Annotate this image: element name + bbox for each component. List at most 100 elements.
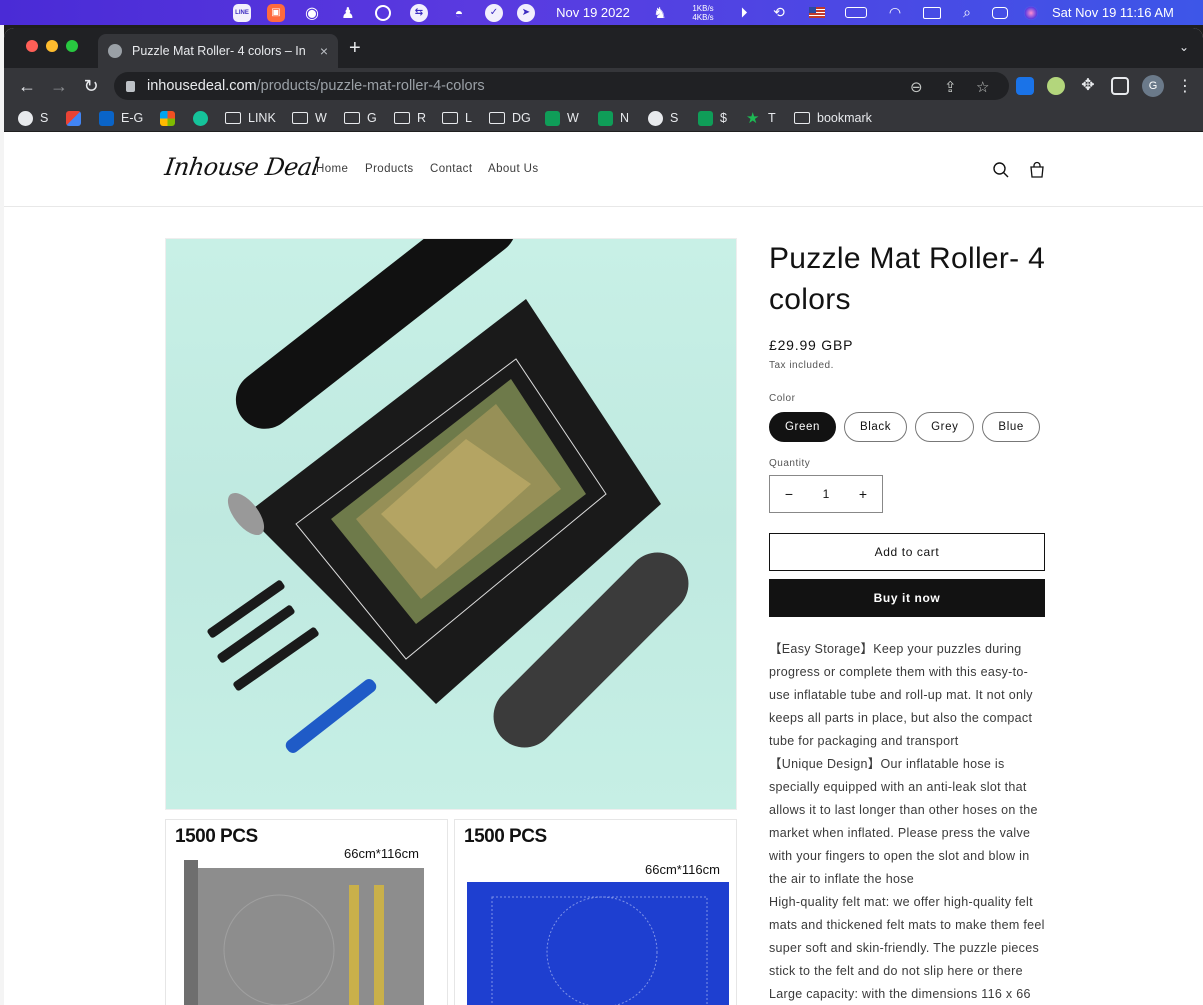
product-info: Puzzle Mat Roller- 4 colors £29.99 GBP T… xyxy=(769,238,1049,1005)
buy-now-button[interactable]: Buy it now xyxy=(769,579,1045,617)
address-bar[interactable]: inhousedeal.com/products/puzzle-mat-roll… xyxy=(114,72,1009,100)
bookmark-folder[interactable]: bookmark xyxy=(794,109,872,127)
product-thumbnail-blue[interactable]: 1500 PCS 66cm*116cm xyxy=(454,819,737,1005)
bookmark-item[interactable]: $ xyxy=(698,109,727,127)
forward-arrow-icon[interactable]: → xyxy=(48,75,70,97)
reload-icon[interactable]: ↻ xyxy=(80,75,102,97)
zoom-magnifier-icon[interactable]: ⊖ xyxy=(910,78,923,96)
checkmark-app-icon[interactable]: ✓ xyxy=(484,0,504,25)
menubar-clock[interactable]: Sat Nov 19 11:16 AM xyxy=(1052,0,1192,25)
bookmark-item[interactable]: ★ T xyxy=(746,109,776,127)
bookmark-item[interactable]: W xyxy=(545,109,579,127)
compass-icon[interactable]: ➤ xyxy=(516,0,536,25)
extension-circle-icon[interactable] xyxy=(1047,77,1065,95)
color-option-black[interactable]: Black xyxy=(843,412,908,442)
bookmark-item[interactable] xyxy=(160,109,182,127)
bookmark-item[interactable]: S xyxy=(648,109,678,127)
close-tab-icon[interactable]: × xyxy=(320,43,328,59)
gmail-icon xyxy=(66,110,81,126)
keyboard-icon[interactable] xyxy=(920,0,944,25)
line-app-icon[interactable]: LINE xyxy=(232,0,252,25)
site-header: Inhouse Deal Home Products Contact About… xyxy=(4,133,1203,207)
nav-contact[interactable]: Contact xyxy=(430,163,472,175)
script-icon[interactable] xyxy=(373,0,393,25)
time-machine-icon[interactable]: ⟲ xyxy=(769,0,789,25)
bookmark-item[interactable] xyxy=(66,109,88,127)
bookmark-folder[interactable]: L xyxy=(442,109,472,127)
straps xyxy=(207,580,319,691)
cat-app-icon[interactable]: ◓ xyxy=(449,0,469,25)
profile-avatar[interactable]: G xyxy=(1142,75,1164,97)
share-icon[interactable]: ⇪ xyxy=(944,78,957,96)
folder-icon xyxy=(489,112,505,124)
bookmark-folder[interactable]: DG xyxy=(489,109,531,127)
teamviewer-icon[interactable]: ⇆ xyxy=(409,0,429,25)
quantity-label: Quantity xyxy=(769,458,811,469)
folder-icon xyxy=(442,112,458,124)
description-paragraph: 【Easy Storage】Keep your puzzles during p… xyxy=(769,642,1033,748)
battery-icon[interactable] xyxy=(842,0,870,25)
air-pump xyxy=(285,679,377,753)
description-paragraph: Large capacity: with the dimensions 116 … xyxy=(769,987,1031,1001)
siri-icon[interactable] xyxy=(1022,0,1040,25)
tab-title: Puzzle Mat Roller- 4 colors – In xyxy=(132,44,306,58)
browser-menu-icon[interactable]: ⋮ xyxy=(1174,75,1196,97)
product-description: 【Easy Storage】Keep your puzzles during p… xyxy=(769,638,1049,1005)
product-main-image[interactable] xyxy=(165,238,737,810)
bookmark-folder[interactable]: W xyxy=(292,109,327,127)
tab-search-chevron-icon[interactable]: ⌄ xyxy=(1179,40,1189,54)
color-option-grey[interactable]: Grey xyxy=(915,412,975,442)
folder-icon xyxy=(794,112,810,124)
color-option-green[interactable]: Green xyxy=(769,412,836,442)
zoom-window-button[interactable] xyxy=(66,40,78,52)
bookmark-folder[interactable]: LINK xyxy=(225,109,276,127)
microsoft-icon xyxy=(160,110,175,126)
product-thumbnail-grey[interactable]: 1500 PCS 66cm*116cm xyxy=(165,819,448,1005)
qq-icon[interactable]: ♟ xyxy=(338,0,358,25)
bookmark-item[interactable]: E-G xyxy=(99,109,143,127)
app-tray-icon[interactable]: ▣ xyxy=(266,0,286,25)
globe-icon xyxy=(648,110,663,126)
extensions-puzzle-icon[interactable]: ✥ xyxy=(1079,77,1097,95)
minimize-window-button[interactable] xyxy=(46,40,58,52)
network-speed: 1KB/s 4KB/s xyxy=(692,3,714,22)
increase-quantity-button[interactable]: + xyxy=(856,486,870,502)
play-icon[interactable]: ⏵ xyxy=(734,0,754,25)
site-logo[interactable]: Inhouse Deal xyxy=(163,153,321,181)
product-price: £29.99 GBP xyxy=(769,337,854,353)
bookmark-item[interactable] xyxy=(193,109,215,127)
macos-menu-bar: LINE ▣ ◉ ♟ ⇆ ◓ ✓ ➤ Nov 19 2022 ♞ 1KB/s 4K… xyxy=(0,0,1203,25)
wechat-icon[interactable]: ◉ xyxy=(302,0,322,25)
back-arrow-icon[interactable]: ← xyxy=(16,75,38,97)
side-panel-icon[interactable] xyxy=(1111,77,1129,95)
nav-home[interactable]: Home xyxy=(316,163,348,175)
decrease-quantity-button[interactable]: − xyxy=(782,486,796,502)
control-center-icon[interactable] xyxy=(990,0,1010,25)
bookmark-folder[interactable]: G xyxy=(344,109,377,127)
close-window-button[interactable] xyxy=(26,40,38,52)
nav-products[interactable]: Products xyxy=(365,163,414,175)
color-option-blue[interactable]: Blue xyxy=(982,412,1040,442)
wifi-icon[interactable]: ◠ xyxy=(884,0,906,25)
bookmark-item[interactable]: N xyxy=(598,109,629,127)
folder-icon xyxy=(292,112,308,124)
tab-active[interactable]: Puzzle Mat Roller- 4 colors – In × xyxy=(98,34,338,68)
new-tab-button[interactable]: + xyxy=(349,38,361,58)
spotlight-search-icon[interactable]: ⌕ xyxy=(957,0,977,25)
description-paragraph: 【Unique Design】Our inflatable hose is sp… xyxy=(769,757,1038,886)
download-extension-icon[interactable] xyxy=(1016,77,1034,95)
cat-icon[interactable]: ♞ xyxy=(650,0,670,25)
thumbnail-size-label: 66cm*116cm xyxy=(344,846,419,861)
bookmarks-bar: S E-G LINK W G R L DG W N S $ ★ T bookmar… xyxy=(4,104,1203,132)
cart-icon[interactable] xyxy=(1028,161,1046,179)
add-to-cart-button[interactable]: Add to cart xyxy=(769,533,1045,571)
product-title: Puzzle Mat Roller- 4 colors xyxy=(769,242,1046,316)
bookmark-item[interactable]: S xyxy=(18,109,48,127)
bookmark-folder[interactable]: R xyxy=(394,109,426,127)
quantity-input[interactable]: 1 xyxy=(823,487,830,501)
thumbnail-pcs-label: 1500 PCS xyxy=(464,826,547,847)
nav-about-us[interactable]: About Us xyxy=(488,163,539,175)
bookmark-star-icon[interactable]: ☆ xyxy=(976,78,989,96)
search-icon[interactable] xyxy=(992,161,1010,179)
us-flag-icon[interactable] xyxy=(806,0,828,25)
